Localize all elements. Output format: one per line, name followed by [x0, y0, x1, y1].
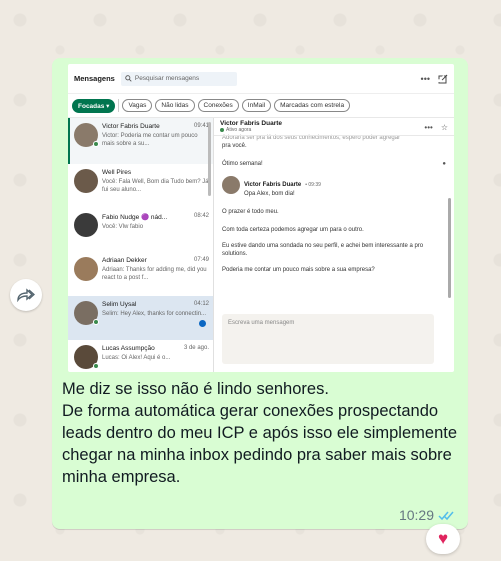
- filter-focadas[interactable]: Focadas ▾: [72, 98, 116, 113]
- online-dot: [93, 363, 99, 369]
- conversation-date: 07:49: [193, 257, 209, 263]
- message-thread: Adoraria ser pra lá dos seus conheciment…: [214, 134, 454, 274]
- li-header: Mensagens Pesquisar mensagens •••: [68, 64, 454, 94]
- conversation-name: Well Pires: [102, 169, 132, 176]
- conversation-name: Selim Uysal: [102, 301, 137, 308]
- filter-marcadas[interactable]: Marcadas com estrela: [274, 99, 351, 112]
- conversation-date: 04:12: [193, 301, 209, 307]
- avatar: [74, 257, 98, 281]
- conversation-name: Fabio Nudge 🟣 nád...: [102, 214, 168, 221]
- star-icon[interactable]: ☆: [441, 123, 448, 132]
- conversation-preview: Adriaan: Thanks for adding me, did you r…: [102, 267, 207, 281]
- conversation-list: Victor Fabris Duarte 09:41 Victor: Poderi…: [68, 118, 214, 372]
- message-line: pra você.: [222, 143, 247, 149]
- message-line: Poderia me contar um pouco mais sobre a …: [222, 267, 375, 273]
- filter-conexoes[interactable]: Conexões: [197, 99, 239, 112]
- chat-status: Ativo agora: [226, 127, 252, 133]
- chat-contact-name[interactable]: Victor Fabris Duarte: [220, 120, 448, 127]
- author-name: Victor Fabris Duarte: [244, 182, 302, 188]
- chat-header: Victor Fabris Duarte Ativo agora ••• ☆: [214, 118, 454, 136]
- message-bubble[interactable]: Mensagens Pesquisar mensagens ••• Focada…: [52, 58, 468, 529]
- avatar: [74, 301, 99, 325]
- conversation-preview: Lucas: Oi Alex! Aqui é o...: [102, 355, 171, 361]
- forward-button[interactable]: [10, 279, 42, 311]
- li-search-input[interactable]: Pesquisar mensagens: [120, 71, 237, 86]
- image-attachment[interactable]: Mensagens Pesquisar mensagens ••• Focada…: [68, 64, 454, 372]
- forward-arrow-icon: [17, 288, 35, 302]
- filter-vagas[interactable]: Vagas: [122, 99, 153, 112]
- li-search-placeholder: Pesquisar mensagens: [134, 75, 200, 82]
- chat-panel: Victor Fabris Duarte Ativo agora ••• ☆ A…: [214, 118, 454, 372]
- conversation-date: 08:42: [193, 213, 209, 219]
- conversation-preview: Selim: Hey Alex, thanks for connectin...: [102, 311, 207, 317]
- conversation-preview: Victor: Poderia me contar um pouco mais …: [102, 133, 198, 147]
- more-icon[interactable]: •••: [421, 74, 430, 84]
- compose-input[interactable]: Escreva uma mensagem: [222, 314, 434, 364]
- reaction-heart[interactable]: ♥: [426, 524, 460, 554]
- conversation-name: Victor Fabris Duarte: [102, 123, 160, 130]
- conversation-item[interactable]: Well Pires Você: Fala Well, Bom dia Tudo…: [68, 164, 213, 208]
- avatar: [74, 213, 98, 237]
- conversation-item[interactable]: Fabio Nudge 🟣 nád... 08:42 Você: Vlw fabi…: [68, 208, 213, 252]
- online-dot: [93, 141, 99, 147]
- conversation-date: 3 de ago.: [183, 345, 209, 351]
- conversation-item[interactable]: Victor Fabris Duarte 09:41 Victor: Poderi…: [68, 118, 213, 164]
- avatar: [74, 345, 99, 369]
- compose-placeholder: Escreva uma mensagem: [228, 320, 295, 326]
- li-filter-bar: Focadas ▾ Vagas Não lidas Conexões InMai…: [68, 94, 454, 118]
- filter-nao-lidas[interactable]: Não lidas: [155, 99, 195, 112]
- avatar: [222, 176, 240, 194]
- avatar: [74, 169, 98, 193]
- message-line: Com toda certeza podemos agregar um para…: [222, 227, 364, 233]
- conversation-item[interactable]: Adriaan Dekker 07:49 Adriaan: Thanks for …: [68, 252, 213, 296]
- message-line: Eu estive dando uma sondada no seu perfi…: [222, 243, 424, 257]
- conversation-preview: Você: Fala Well, Bom dia Tudo bem? Já fu…: [102, 179, 209, 193]
- search-icon: [125, 75, 132, 82]
- chevron-down-icon[interactable]: [432, 74, 446, 84]
- conversation-name: Lucas Assumpção: [102, 345, 155, 352]
- unread-badge: [199, 320, 206, 327]
- chat-scrollbar[interactable]: [448, 198, 451, 298]
- online-dot: [220, 128, 224, 132]
- list-scrollbar[interactable]: [208, 122, 211, 196]
- conversation-item[interactable]: Lucas Assumpção 3 de ago. Lucas: Oi Alex!…: [68, 340, 213, 372]
- filter-inmail[interactable]: InMail: [241, 99, 272, 112]
- message-line: O prazer é todo meu.: [222, 209, 279, 215]
- avatar: [74, 123, 99, 147]
- message-meta: 10:29: [399, 507, 456, 523]
- online-dot: [93, 319, 99, 325]
- seen-check-icon: ●: [442, 161, 446, 167]
- conversation-preview: Você: Vlw fabio: [102, 224, 144, 230]
- heart-icon: ♥: [437, 529, 449, 548]
- conversation-item[interactable]: Selim Uysal 04:12 Selim: Hey Alex, thanks…: [68, 296, 213, 340]
- conversation-name: Adriaan Dekker: [102, 257, 147, 264]
- message-time: • 09:39: [305, 182, 321, 188]
- message-line: Opa Alex, bom dia!: [244, 191, 295, 197]
- message-time: 10:29: [398, 507, 434, 523]
- more-icon[interactable]: •••: [424, 123, 432, 132]
- message-text: Me diz se isso não é lindo senhores. De …: [62, 380, 458, 486]
- filter-divider: [118, 99, 120, 112]
- read-ticks-icon: [438, 511, 454, 520]
- message-line: Ótimo semana!: [222, 161, 263, 167]
- li-page-title: Mensagens: [74, 74, 115, 83]
- conversation-date: 09:41: [193, 123, 209, 129]
